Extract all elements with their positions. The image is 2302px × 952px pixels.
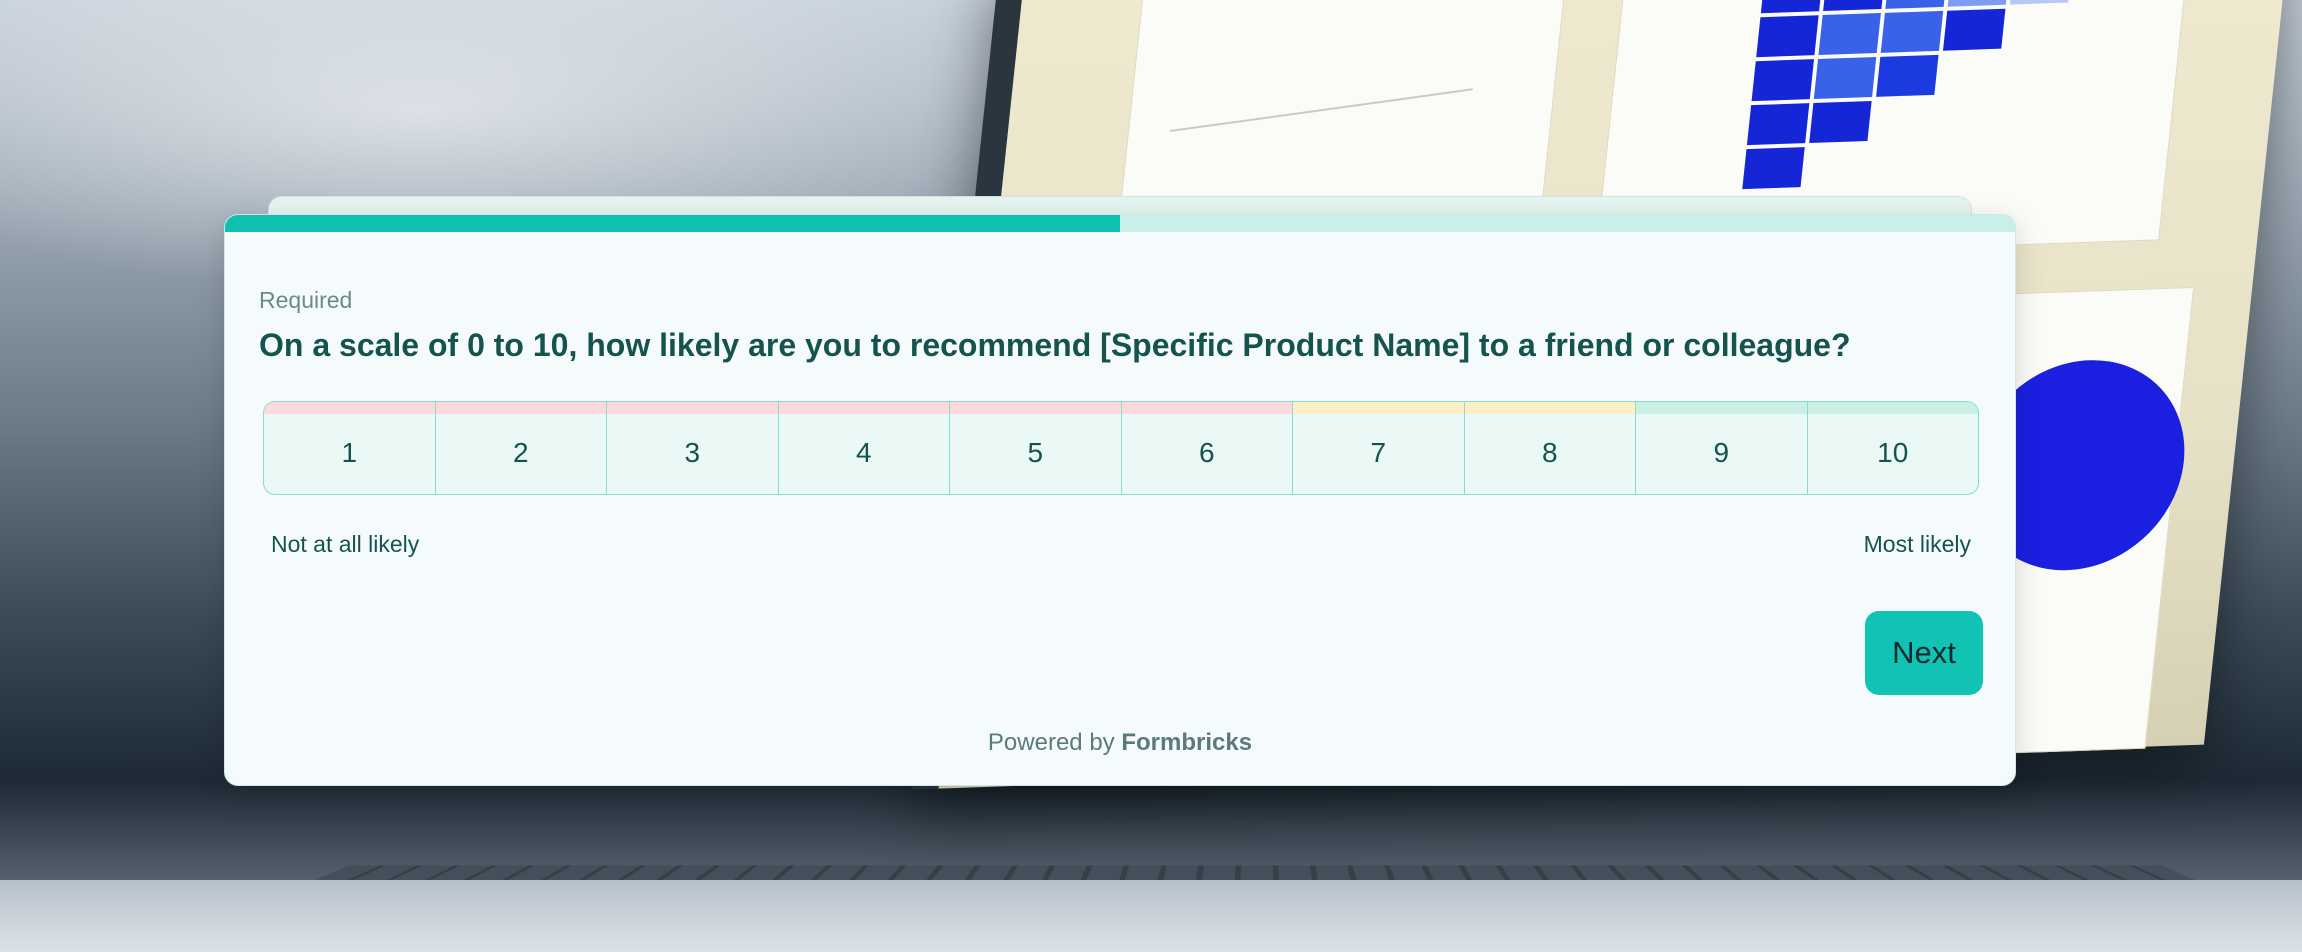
- rating-option-2[interactable]: 2: [435, 402, 607, 494]
- rating-option-label: 5: [1027, 437, 1044, 468]
- rating-option-label: 1: [341, 437, 358, 468]
- rating-option-label: 4: [855, 437, 872, 468]
- rating-tint: [1464, 402, 1635, 414]
- rating-tint: [778, 402, 949, 414]
- rating-option-7[interactable]: 7: [1293, 402, 1465, 494]
- rating-tint: [950, 402, 1121, 414]
- required-label: Required: [259, 287, 353, 313]
- rating-option-6[interactable]: 6: [1121, 402, 1293, 494]
- survey-card: Required On a scale of 0 to 10, how like…: [224, 214, 2016, 786]
- powered-by-footer: Powered by Formbricks: [225, 729, 2015, 757]
- rating-option-label: 8: [1541, 437, 1558, 468]
- background-laptop-base: [0, 880, 2302, 952]
- rating-tint: [607, 402, 778, 414]
- rating-tint: [1293, 402, 1464, 414]
- background-line: [1169, 88, 1473, 133]
- page: Required On a scale of 0 to 10, how like…: [0, 0, 2302, 952]
- rating-tint: [1121, 402, 1292, 414]
- next-button[interactable]: Next: [1865, 611, 1983, 695]
- scale-lower-label: Not at all likely: [271, 531, 420, 557]
- progress-bar: [225, 215, 2015, 232]
- brand-link[interactable]: Formbricks: [1121, 729, 1252, 756]
- rating-option-3[interactable]: 3: [607, 402, 779, 494]
- question-headline: On a scale of 0 to 10, how likely are yo…: [259, 327, 1851, 363]
- rating-option-label: 9: [1713, 437, 1730, 468]
- rating-option-8[interactable]: 8: [1464, 402, 1636, 494]
- rating-option-5[interactable]: 5: [950, 402, 1122, 494]
- rating-option-label: 7: [1370, 437, 1387, 468]
- rating-tint: [1636, 402, 1807, 414]
- rating-option-label: 3: [684, 437, 701, 468]
- rating-option-9[interactable]: 9: [1636, 402, 1808, 494]
- rating-option-label: 10: [1877, 437, 1909, 468]
- rating-option-label: 2: [512, 437, 529, 468]
- background-heatmap: [1742, 0, 2073, 190]
- rating-option-10[interactable]: 10: [1807, 402, 1978, 494]
- progress-bar-fill: [225, 215, 1120, 232]
- rating-tint: [264, 402, 435, 414]
- rating-option-1[interactable]: 1: [264, 402, 436, 494]
- rating-tint: [1807, 402, 1978, 414]
- scale-upper-label: Most likely: [1863, 531, 1971, 557]
- rating-option-label: 6: [1198, 437, 1215, 468]
- rating-option-4[interactable]: 4: [778, 402, 950, 494]
- powered-by-prefix: Powered by: [987, 729, 1115, 756]
- rating-scale: 1 2 3 4 5 6 7 8 9 10: [263, 401, 1979, 495]
- rating-tint: [435, 402, 606, 414]
